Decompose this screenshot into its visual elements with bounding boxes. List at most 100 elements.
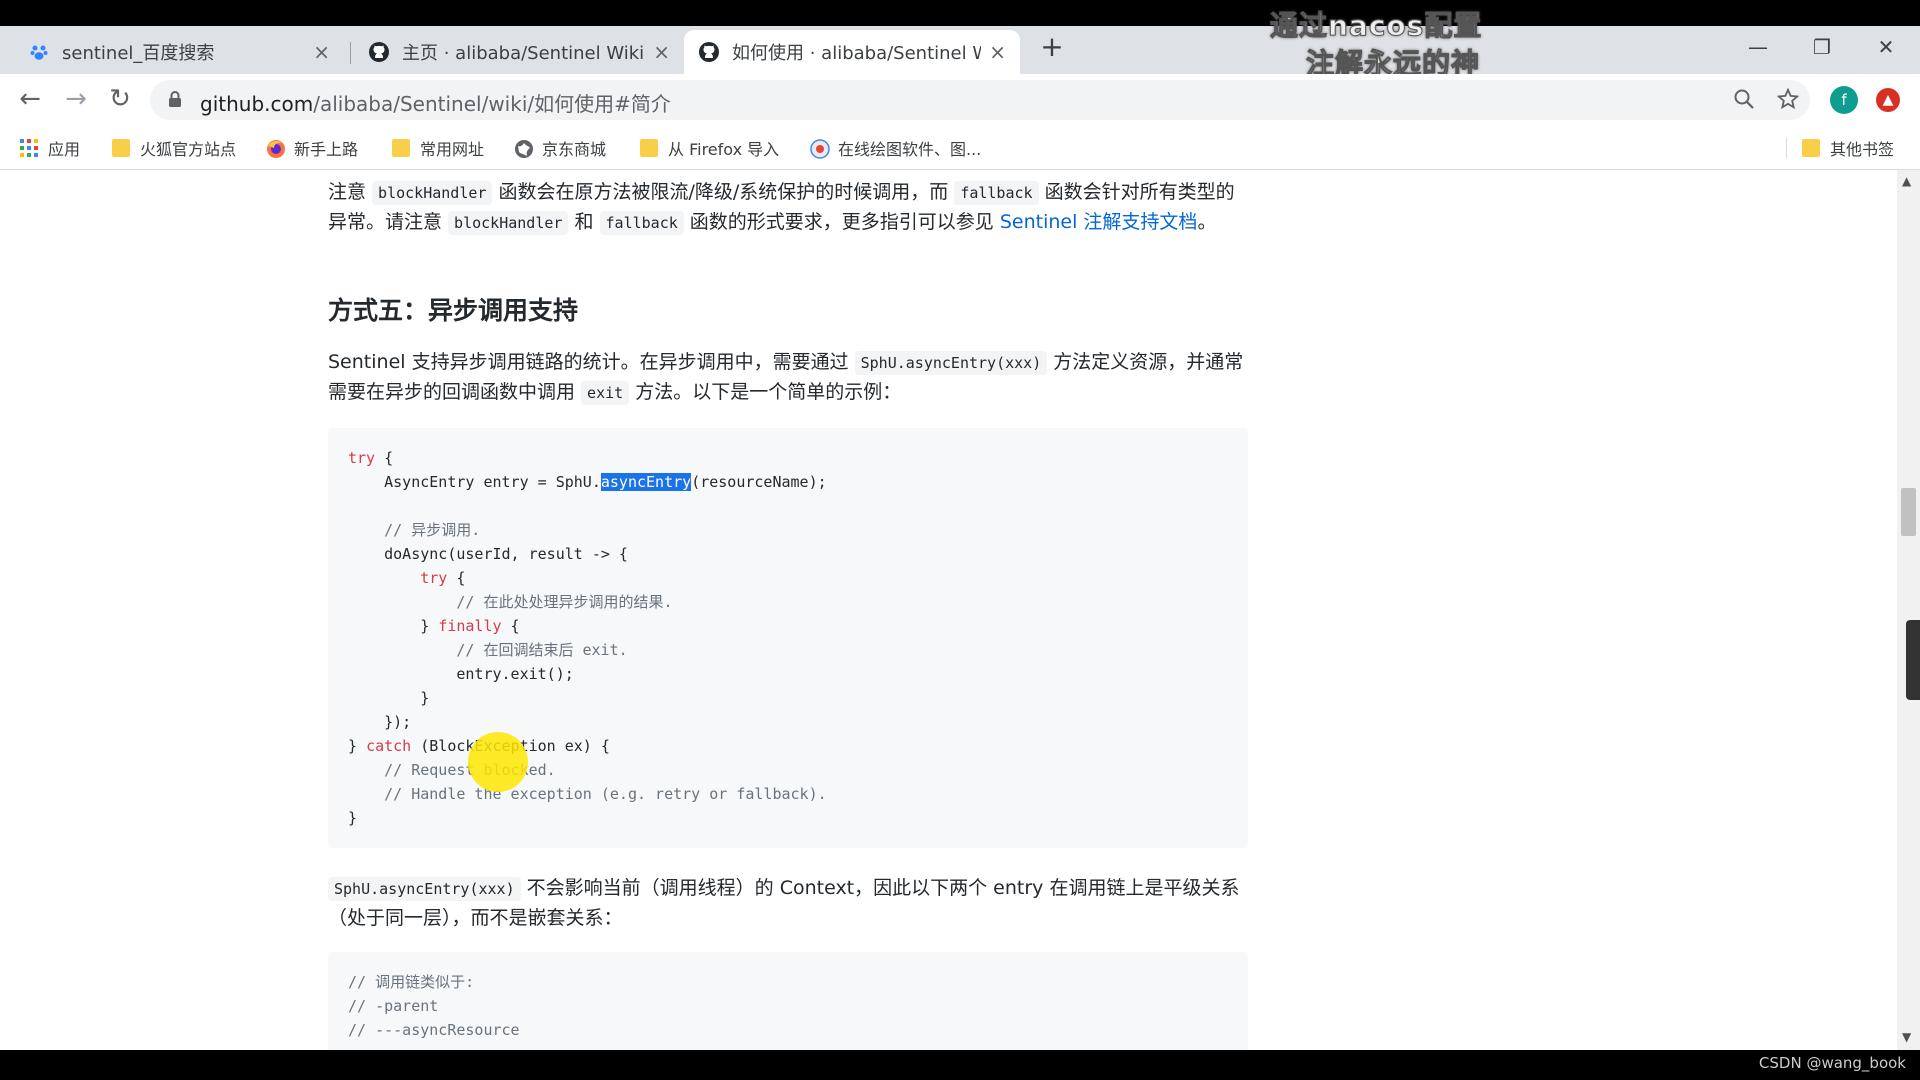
new-tab-button[interactable]: +: [1038, 33, 1066, 62]
code-text: {: [447, 569, 466, 587]
scroll-up-arrow-icon[interactable]: ▲: [1902, 174, 1911, 188]
code-text: AsyncEntry entry = SphU.: [348, 473, 601, 491]
folder-icon: [112, 139, 130, 157]
url-path: /alibaba/Sentinel/wiki/如何使用#简介: [313, 92, 671, 116]
bookmark-other[interactable]: 其他书签: [1802, 136, 1894, 160]
bookmark-jd[interactable]: 京东商城: [514, 136, 606, 160]
text: 注意: [328, 181, 373, 203]
paragraph-async: Sentinel 支持异步调用链路的统计。在异步调用中，需要通过 SphU.as…: [328, 348, 1248, 408]
url-text[interactable]: github.com/alibaba/Sentinel/wiki/如何使用#简介: [200, 88, 671, 117]
code-comment: // 异步调用.: [348, 521, 481, 539]
bookmark-label: 京东商城: [542, 140, 607, 159]
paragraph-context: SphU.asyncEntry(xxx) 不会影响当前（调用线程）的 Conte…: [328, 874, 1248, 933]
tab-close-icon[interactable]: ×: [989, 40, 1006, 64]
selected-text: asyncEntry: [600, 473, 692, 491]
annotation-docs-link[interactable]: Sentinel 注解支持文档: [1000, 211, 1198, 233]
apps-grid-icon: [20, 139, 38, 157]
bookmark-label: 常用网址: [420, 140, 485, 159]
browser-chrome: sentinel_百度搜索 × 主页 · alibaba/Sentinel Wi…: [0, 9, 1920, 170]
tab-close-icon[interactable]: ×: [313, 40, 330, 64]
scrollbar-thumb[interactable]: [1901, 488, 1916, 536]
bottom-black-strip: CSDN @wang_book: [0, 1050, 1920, 1080]
code-keyword: finally: [438, 617, 502, 635]
tab-title: 如何使用 · alibaba/Sentinel Wi: [732, 43, 982, 64]
top-black-strip: [0, 0, 1920, 26]
address-bar[interactable]: github.com/alibaba/Sentinel/wiki/如何使用#简介: [150, 80, 1810, 120]
inline-code: blockHandler: [448, 211, 569, 235]
side-widget-handle[interactable]: [1906, 620, 1920, 700]
bookmark-star-icon[interactable]: [1776, 87, 1800, 112]
bookmark-label: 在线绘图软件、图...: [838, 140, 982, 159]
github-icon: [368, 41, 390, 63]
code-block-async[interactable]: try { AsyncEntry entry = SphU.asyncEntry…: [328, 428, 1248, 848]
bookmark-apps[interactable]: 应用: [20, 136, 80, 160]
navigation-toolbar: ← → ↻ github.com/alibaba/Sentinel/wiki/如…: [0, 74, 1920, 126]
bookmark-label: 应用: [48, 140, 81, 159]
drawing-app-icon: [810, 139, 830, 159]
baidu-paw-icon: [28, 41, 50, 63]
lock-icon[interactable]: [168, 90, 182, 108]
code-comment: // ---asyncResource: [348, 1021, 520, 1039]
tab-baidu[interactable]: sentinel_百度搜索 ×: [14, 30, 344, 74]
zoom-search-icon[interactable]: [1732, 88, 1756, 112]
bookmark-getting-started[interactable]: 新手上路: [266, 136, 358, 160]
restore-button[interactable]: ❐: [1802, 32, 1842, 64]
bookmark-label: 火狐官方站点: [140, 140, 237, 159]
tab-bar: sentinel_百度搜索 × 主页 · alibaba/Sentinel Wi…: [0, 9, 1920, 81]
code-text: }: [348, 617, 439, 635]
extension-icon[interactable]: ▲: [1876, 88, 1900, 112]
code-text: (resourceName);: [691, 473, 827, 491]
code-block-call-chain[interactable]: // 调用链类似于: // -parent // ---asyncResourc…: [328, 952, 1248, 1050]
scroll-down-arrow-icon[interactable]: ▼: [1902, 1030, 1911, 1044]
text: 方法。以下是一个简单的示例：: [629, 381, 902, 403]
bookmark-label: 从 Firefox 导入: [668, 140, 780, 159]
tab-title: sentinel_百度搜索: [62, 43, 215, 64]
inline-code: blockHandler: [372, 181, 493, 205]
inline-code: SphU.asyncEntry(xxx): [854, 351, 1048, 375]
code-text: }: [348, 737, 367, 755]
code-comment: // 在回调结束后 exit.: [348, 641, 628, 659]
tab-close-icon[interactable]: ×: [653, 40, 670, 64]
inline-code: SphU.asyncEntry(xxx): [328, 877, 521, 901]
reload-button[interactable]: ↻: [104, 84, 136, 116]
back-button[interactable]: ←: [14, 84, 46, 116]
bookmark-firefox-site[interactable]: 火狐官方站点: [112, 136, 236, 160]
code-text: });: [348, 713, 412, 731]
text: Sentinel 支持异步调用链路的统计。在异步调用中，需要通过: [328, 351, 855, 373]
video-overlay-caption-1: 通过nacos配置: [1269, 9, 1483, 43]
minimize-button[interactable]: —: [1738, 32, 1778, 64]
code-text: entry.exit();: [348, 665, 574, 683]
tab-sentinel-wiki-home[interactable]: 主页 · alibaba/Sentinel Wiki · G ×: [354, 30, 684, 74]
bookmarks-bar: 应用 火狐官方站点 新手上路 常用网址 京东商城 从 Firefox 导入 在线…: [0, 126, 1920, 170]
inline-code: fallback: [599, 211, 684, 235]
profile-avatar[interactable]: f: [1830, 86, 1858, 114]
text: 函数会在原方法被限流/降级/系统保护的时候调用，而: [492, 181, 955, 203]
web-page: 注意 blockHandler 函数会在原方法被限流/降级/系统保护的时候调用，…: [0, 170, 1920, 1050]
globe-icon: [514, 139, 533, 158]
bookmarks-divider: [1786, 138, 1787, 158]
bookmark-online-drawing[interactable]: 在线绘图软件、图...: [810, 136, 981, 160]
window-close-button[interactable]: ✕: [1866, 32, 1906, 64]
firefox-icon: [266, 139, 285, 158]
bookmark-firefox-import[interactable]: 从 Firefox 导入: [640, 136, 779, 160]
csdn-watermark: CSDN @wang_book: [1758, 1054, 1906, 1072]
text: 。: [1197, 211, 1217, 233]
page-scrollbar[interactable]: ▲ ▼: [1897, 170, 1920, 1050]
code-comment: // Handle the exception (e.g. retry or f…: [348, 785, 827, 803]
code-keyword: catch: [366, 737, 412, 755]
code-keyword: try: [420, 569, 448, 587]
github-icon: [698, 41, 720, 63]
code-comment: // 调用链类似于:: [348, 973, 475, 991]
tab-title: 主页 · alibaba/Sentinel Wiki · G: [402, 43, 645, 64]
paragraph-note: 注意 blockHandler 函数会在原方法被限流/降级/系统保护的时候调用，…: [328, 178, 1248, 238]
forward-button[interactable]: →: [60, 84, 92, 116]
inline-code: fallback: [954, 181, 1039, 205]
code-comment: // 在此处处理异步调用的结果.: [348, 593, 673, 611]
tab-divider: [350, 42, 351, 64]
folder-icon: [1802, 139, 1820, 157]
text: 函数的形式要求，更多指引可以参见: [683, 211, 1000, 233]
tab-sentinel-wiki-usage[interactable]: 如何使用 · alibaba/Sentinel Wi ×: [684, 30, 1020, 74]
bookmark-common-urls[interactable]: 常用网址: [392, 136, 484, 160]
code-comment: // -parent: [348, 997, 439, 1015]
